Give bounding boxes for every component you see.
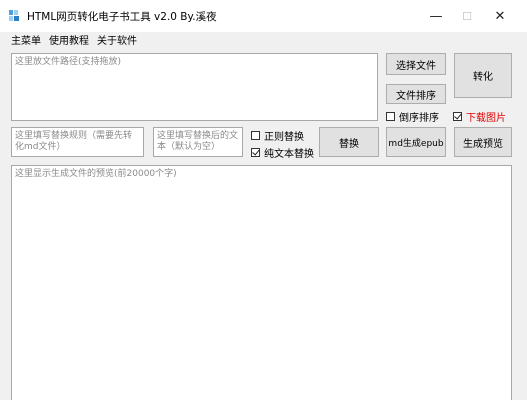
replace-rule-input[interactable]: 这里填写替换规则（需要先转化md文件） xyxy=(11,127,144,157)
regex-replace-option[interactable]: 正则替换 xyxy=(251,128,304,143)
convert-button[interactable]: 转化 xyxy=(454,53,512,98)
reverse-sort-option[interactable]: 倒序排序 xyxy=(386,109,439,124)
file-path-input[interactable]: 这里放文件路径(支持拖放) xyxy=(11,53,378,121)
close-icon: ✕ xyxy=(494,8,506,24)
select-file-button[interactable]: 选择文件 xyxy=(386,53,446,75)
menu-tutorial[interactable]: 使用教程 xyxy=(49,32,89,47)
minimize-button[interactable]: — xyxy=(419,0,453,32)
maximize-icon: ☐ xyxy=(462,9,472,23)
replace-with-input[interactable]: 这里填写替换后的文本（默认为空） xyxy=(153,127,243,157)
regex-replace-label: 正则替换 xyxy=(264,132,304,143)
reverse-sort-checkbox[interactable] xyxy=(386,112,395,121)
download-images-option[interactable]: 下载图片 xyxy=(453,109,506,124)
sort-files-button[interactable]: 文件排序 xyxy=(386,84,446,104)
plain-text-replace-option[interactable]: 纯文本替换 xyxy=(251,145,314,160)
download-images-label: 下载图片 xyxy=(466,113,506,124)
reverse-sort-label: 倒序排序 xyxy=(399,113,439,124)
close-button[interactable]: ✕ xyxy=(483,0,517,32)
download-images-checkbox[interactable] xyxy=(453,112,462,121)
menu-about[interactable]: 关于软件 xyxy=(97,32,137,47)
plain-text-replace-label: 纯文本替换 xyxy=(264,149,314,160)
minimize-icon: — xyxy=(429,8,443,24)
plain-text-replace-checkbox[interactable] xyxy=(251,148,260,157)
window-title: HTML网页转化电子书工具 v2.0 By.溪夜 xyxy=(27,11,217,23)
document-icon xyxy=(9,10,19,21)
menu-main[interactable]: 主菜单 xyxy=(11,32,41,47)
regex-replace-checkbox[interactable] xyxy=(251,131,260,140)
generate-preview-button[interactable]: 生成预览 xyxy=(454,127,512,157)
md-to-epub-button[interactable]: md生成epub xyxy=(386,127,446,157)
replace-button[interactable]: 替换 xyxy=(319,127,379,157)
preview-area[interactable]: 这里显示生成文件的预览(前20000个字) xyxy=(11,165,512,400)
maximize-button[interactable]: ☐ xyxy=(450,0,484,32)
